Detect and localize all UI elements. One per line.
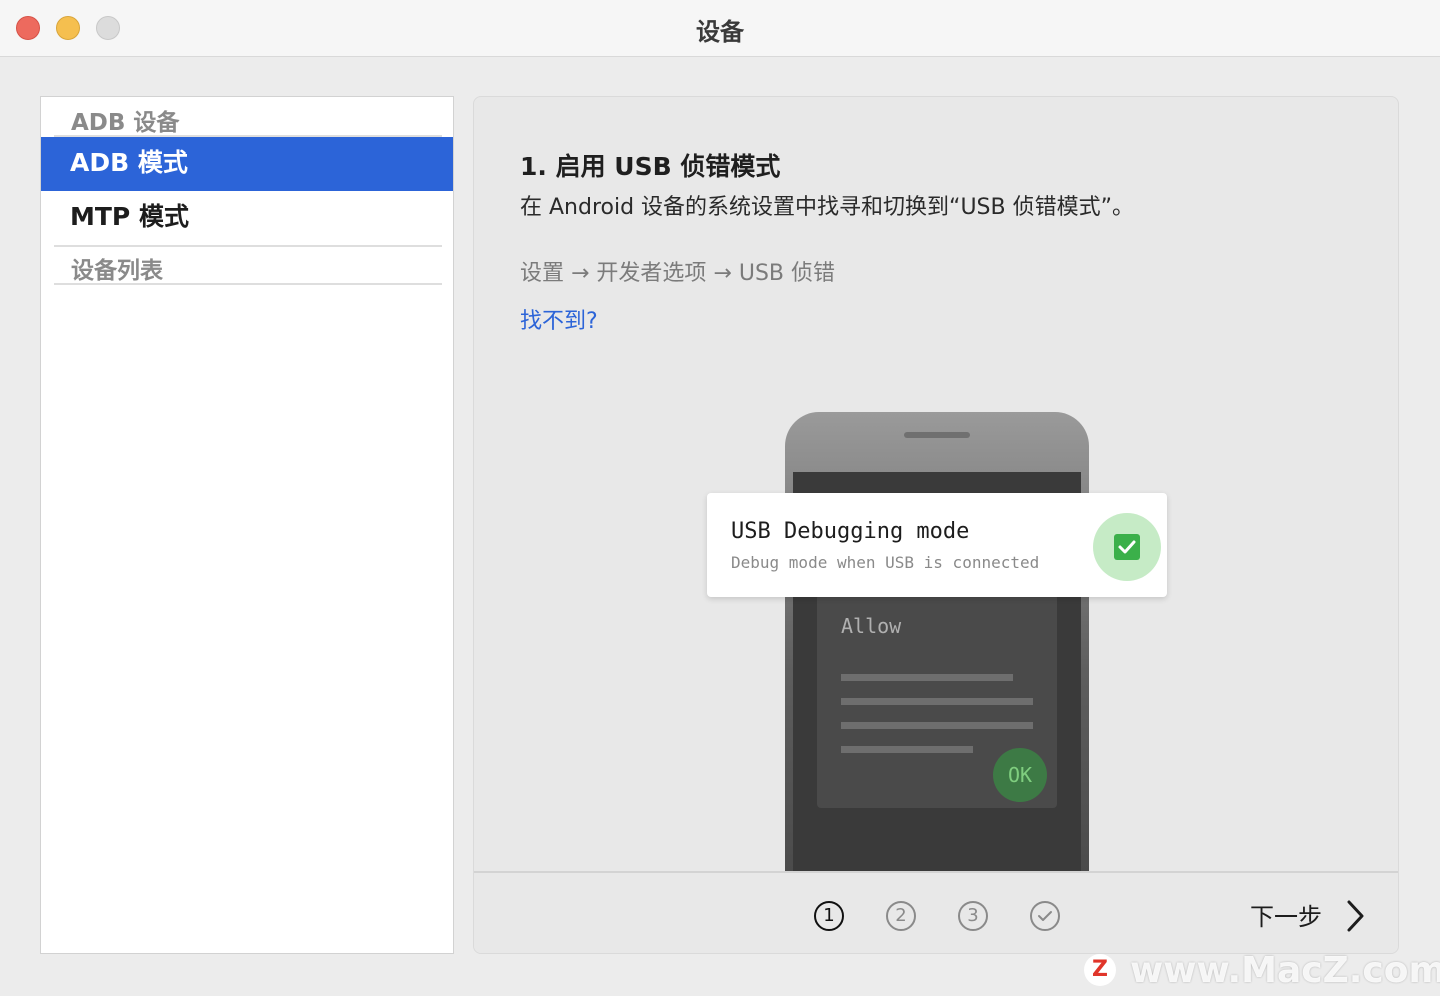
dialog-text-line bbox=[841, 722, 1033, 729]
usb-debugging-card: USB Debugging mode Debug mode when USB i… bbox=[707, 493, 1167, 597]
allow-dialog-title: Allow bbox=[841, 614, 902, 638]
sidebar-header-adb: ADB 设备 bbox=[71, 110, 180, 136]
step-3-indicator[interactable]: 3 bbox=[958, 901, 988, 931]
phone-speaker bbox=[904, 432, 970, 438]
step-2-indicator[interactable]: 2 bbox=[886, 901, 916, 931]
dialog-text-line bbox=[841, 746, 973, 753]
allow-dialog: Allow OK bbox=[817, 594, 1057, 808]
sidebar-divider bbox=[54, 245, 442, 247]
checkbox-highlight bbox=[1093, 513, 1161, 581]
dialog-text-line bbox=[841, 674, 1013, 681]
main-panel: 1. 启用 USB 侦错模式 在 Android 设备的系统设置中找寻和切换到“… bbox=[473, 96, 1399, 954]
dialog-ok-button: OK bbox=[993, 748, 1047, 802]
usb-debugging-subtitle: Debug mode when USB is connected bbox=[731, 553, 1040, 572]
step-description: 在 Android 设备的系统设置中找寻和切换到“USB 侦错模式”。 bbox=[520, 195, 1134, 220]
step-1-indicator[interactable]: 1 bbox=[814, 901, 844, 931]
phone-illustration: Allow OK bbox=[785, 412, 1089, 882]
usb-debugging-title: USB Debugging mode bbox=[731, 519, 970, 544]
settings-path: 设置 → 开发者选项 → USB 侦错 bbox=[520, 261, 835, 286]
sidebar-header-devices: 设备列表 bbox=[71, 258, 163, 284]
wizard-footer: 1 2 3 下一步 bbox=[474, 871, 1398, 953]
title-bar: 设备 bbox=[0, 0, 1440, 57]
check-icon bbox=[1114, 534, 1140, 560]
sidebar-item-mtp-mode[interactable]: MTP 模式 bbox=[41, 191, 453, 245]
dialog-text-line bbox=[841, 698, 1033, 705]
sidebar: ADB 设备 ADB 模式 MTP 模式 设备列表 bbox=[40, 96, 454, 954]
sidebar-divider bbox=[54, 283, 442, 285]
step-done-check-icon[interactable] bbox=[1030, 901, 1060, 931]
sidebar-item-adb-mode[interactable]: ADB 模式 bbox=[41, 137, 453, 191]
next-step-button[interactable]: 下一步 bbox=[1250, 897, 1322, 932]
window-title: 设备 bbox=[696, 18, 744, 46]
cannot-find-link[interactable]: 找不到? bbox=[520, 303, 598, 335]
watermark-logo: Z bbox=[1084, 954, 1116, 986]
chevron-right-icon[interactable] bbox=[1344, 899, 1366, 937]
step-title: 1. 启用 USB 侦错模式 bbox=[520, 152, 781, 181]
watermark-text: www.MacZ.com bbox=[1130, 950, 1440, 991]
